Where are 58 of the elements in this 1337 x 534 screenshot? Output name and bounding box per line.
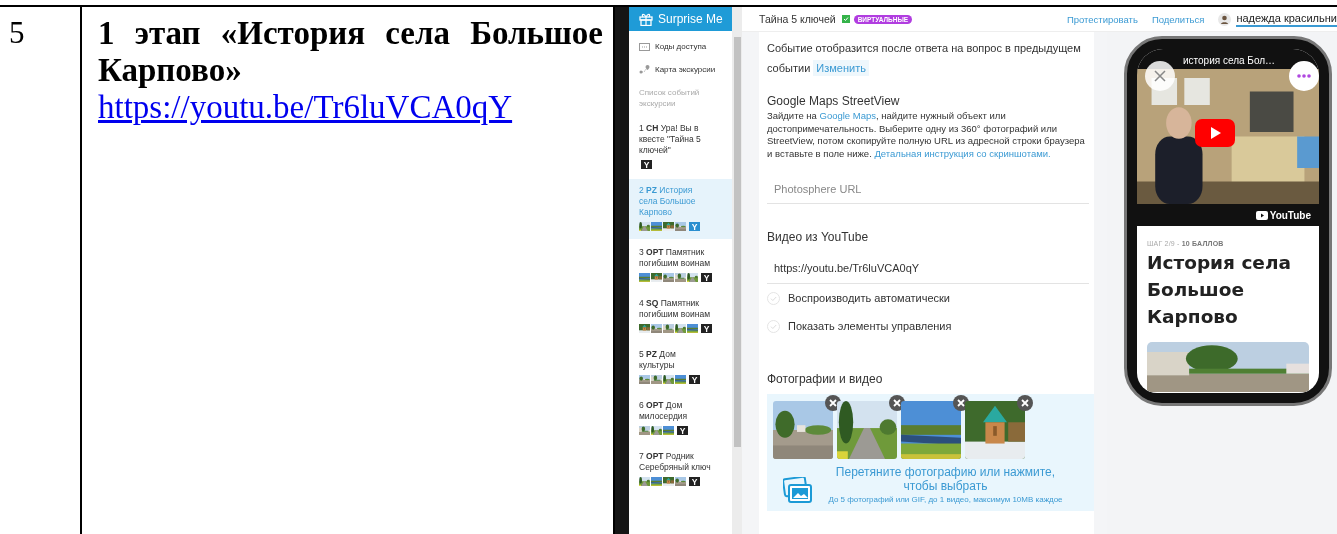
play-icon [1255,211,1268,220]
event-item[interactable]: 1 СН Ура! Вы в квесте "Тайна 5 ключей" Y [629,117,732,177]
badge: Y [689,375,700,384]
quest-title: Тайна 5 ключей [759,13,836,25]
badge: Y [677,426,688,435]
sidebar-link[interactable]: Коды доступа [629,37,732,56]
video-link[interactable]: https://youtu.be/Tr6luVCA0qY [98,89,513,125]
row-number: 5 [9,15,25,50]
event-item[interactable]: 7 ОРТ Родник Серебряный ключ Y [629,445,732,494]
app-name: Surprise Me [658,12,723,26]
event-item[interactable]: 2 PZ История села Большое Карпово Y [629,179,732,239]
event-item[interactable]: 5 PZ Дом культуры Y [629,343,732,392]
play-icon[interactable] [1195,119,1235,147]
section-label: Список событий экскурсии [638,87,701,110]
images-icon [783,476,813,504]
brand-name: YouTube [1269,210,1311,221]
route-icon [639,65,650,74]
checkbox-option[interactable]: Воспроизводить автоматически [767,284,1094,312]
event-note: Событие отобразится после ответа на вопрос в предыдущем событии Изменить [767,41,1082,78]
checkbox[interactable] [767,319,780,333]
badge: Y [689,477,700,486]
video-title: история села Бол… [1183,55,1276,66]
more-icon[interactable] [1289,61,1319,91]
badge: Y [701,324,712,333]
event-item[interactable]: 4 SQ Памятник погибшим воинам Y [629,292,732,341]
user-name[interactable]: надежда красильни [1236,11,1337,27]
event-title: История села Большое Карпово [1146,251,1292,329]
event-title: 2 PZ История села Большое Карпово [639,185,697,218]
code-icon [639,42,650,51]
event-title: 1 СН Ура! Вы в квесте "Тайна 5 ключей" [639,123,702,156]
close-icon[interactable] [1017,395,1033,411]
badge: Y [701,273,712,282]
video-player[interactable]: история села Бол… YouTube [1137,49,1319,226]
event-title: 3 ОРТ Памятник погибшим воинам [639,247,711,269]
drop-text: Перетяните фотографию или нажмите, чтобы выбрать [834,465,1057,493]
checkbox-option[interactable]: Показать элементы управления [767,312,1094,340]
event-title: 7 ОРТ Родник Серебряный ключ [639,451,711,473]
close-icon[interactable] [1145,61,1175,91]
gift-icon [639,12,653,26]
instructions-text: Зайдите на Google Maps, найдите нужный объект или достопримечательность. Выберите одну из 360° фотографий или StreetView, потом скопируйте полную URL из адресной строки браузера и вставьте в поле ниже. Детальная инструкция со скриншотами. [767,110,1086,160]
section-heading: Видео из YouTube [767,230,870,244]
badge: Y [689,222,700,231]
event-item[interactable]: 6 ОРТ Дом милосердия Y [629,394,732,443]
event-title: 6 ОРТ Дом милосердия [639,400,689,422]
input-field[interactable]: Photosphere URL [767,174,1089,204]
scrollbar[interactable] [732,7,742,534]
cell-title: 1 этап «История села Большое Карпово» [98,15,603,89]
event-item[interactable]: 3 ОРТ Памятник погибшим воинам Y [629,241,732,290]
badge: Y [641,160,652,169]
sidebar-link[interactable]: Карта экскурсии [629,60,732,79]
limits-text: До 5 фотографий или GIF, до 1 видео, максимум 10MB каждое [827,495,1064,505]
checkbox[interactable] [767,291,780,305]
avatar-icon[interactable] [1218,12,1232,26]
event-title: 5 PZ Дом культуры [639,349,677,371]
input-field[interactable]: https://youtu.be/Tr6luVCA0qY [767,252,1089,284]
event-title: 4 SQ Памятник погибшим воинам [639,298,711,320]
section-heading: Фотографии и видео [767,372,884,386]
section-heading: Google Maps StreetView [767,94,901,108]
